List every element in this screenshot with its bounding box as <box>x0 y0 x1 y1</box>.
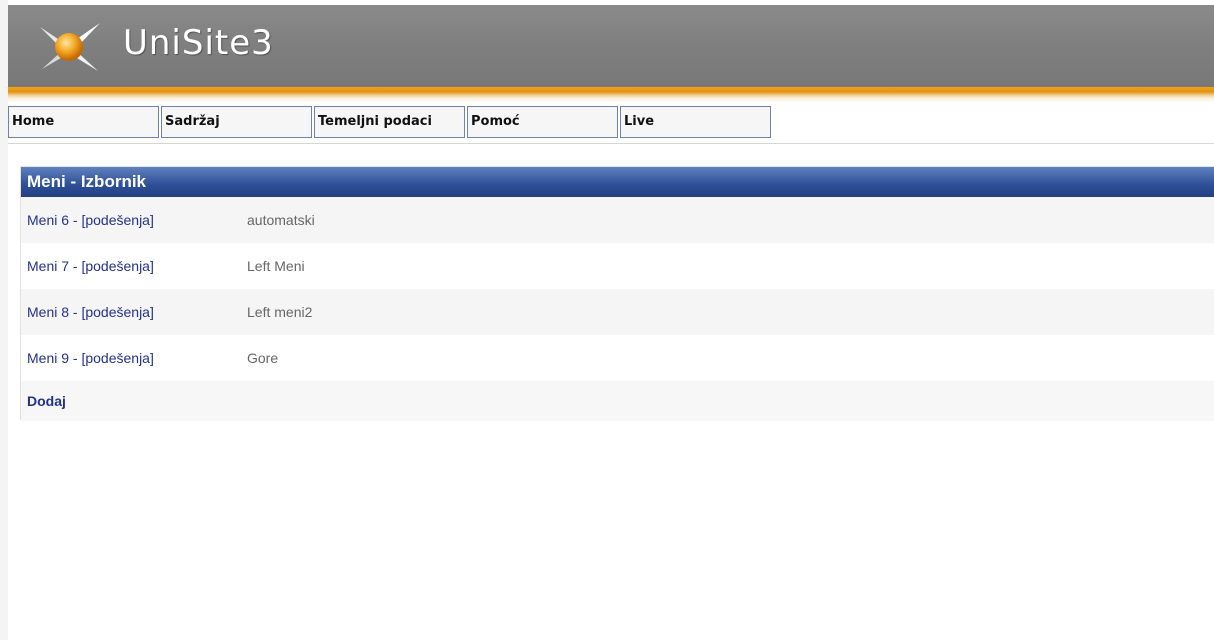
app-header: UniSite3 <box>8 5 1214 87</box>
menu-description: Gore <box>247 350 279 366</box>
menu-description: Left meni2 <box>247 304 313 320</box>
menu-settings-link[interactable]: Meni 7 - [podešenja] <box>21 258 247 274</box>
page-left-border <box>0 0 8 640</box>
header-accent-bar <box>8 87 1214 103</box>
menu-panel: Meni - Izbornik Meni 6 - [podešenja] aut… <box>20 166 1214 421</box>
list-item: Meni 7 - [podešenja] Left Meni <box>21 243 1214 289</box>
menu-settings-link[interactable]: Meni 8 - [podešenja] <box>21 304 247 320</box>
unisite-star-logo-icon <box>40 23 100 71</box>
add-menu-link[interactable]: Dodaj <box>27 393 66 409</box>
menu-settings-link[interactable]: Meni 9 - [podešenja] <box>21 350 247 366</box>
nav-home[interactable]: Home <box>8 106 159 138</box>
nav-temeljni-podaci[interactable]: Temeljni podaci <box>314 106 465 138</box>
add-row: Dodaj <box>21 381 1214 421</box>
app-title: UniSite3 <box>123 23 274 63</box>
list-item: Meni 8 - [podešenja] Left meni2 <box>21 289 1214 335</box>
list-item: Meni 6 - [podešenja] automatski <box>21 197 1214 243</box>
nav-sadrzaj[interactable]: Sadržaj <box>161 106 312 138</box>
menu-description: Left Meni <box>247 258 305 274</box>
menu-description: automatski <box>247 212 315 228</box>
menu-settings-link[interactable]: Meni 6 - [podešenja] <box>21 212 247 228</box>
main-nav: Home Sadržaj Temeljni podaci Pomoć Live <box>8 106 771 138</box>
list-item: Meni 9 - [podešenja] Gore <box>21 335 1214 381</box>
nav-pomoc[interactable]: Pomoć <box>467 106 618 138</box>
nav-live[interactable]: Live <box>620 106 771 138</box>
nav-divider <box>8 143 1214 144</box>
panel-title: Meni - Izbornik <box>21 167 1214 197</box>
